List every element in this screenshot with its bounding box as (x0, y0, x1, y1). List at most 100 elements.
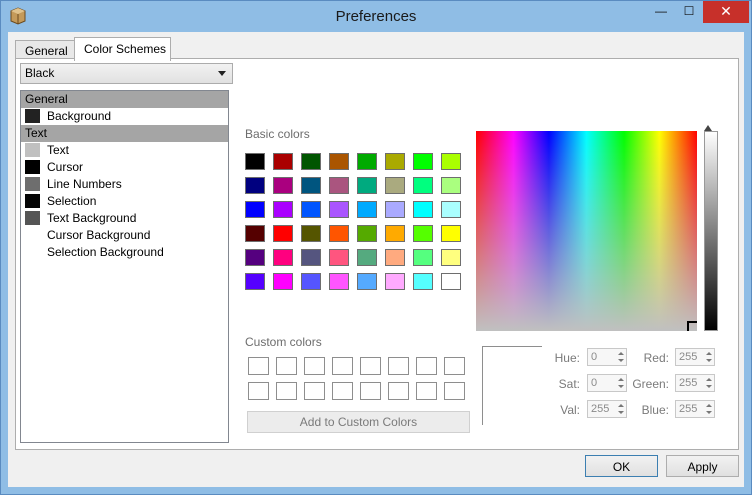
custom-color-cell[interactable] (388, 382, 409, 400)
basic-color-cell[interactable] (273, 273, 293, 290)
basic-color-cell[interactable] (385, 177, 405, 194)
minimize-button[interactable]: — (647, 1, 675, 23)
tree-item[interactable]: Cursor Background (21, 227, 228, 244)
basic-color-cell[interactable] (301, 249, 321, 266)
basic-color-cell[interactable] (329, 201, 349, 218)
custom-color-cell[interactable] (360, 382, 381, 400)
custom-color-cell[interactable] (388, 357, 409, 375)
spin-up-icon[interactable] (618, 404, 624, 407)
color-spectrum-picker[interactable] (476, 131, 697, 331)
basic-color-cell[interactable] (273, 225, 293, 242)
basic-color-cell[interactable] (441, 225, 461, 242)
spin-down-icon[interactable] (706, 359, 712, 362)
apply-button[interactable]: Apply (666, 455, 739, 477)
basic-color-cell[interactable] (385, 225, 405, 242)
basic-color-cell[interactable] (357, 249, 377, 266)
basic-color-cell[interactable] (413, 153, 433, 170)
sat-spinbox[interactable]: 0 (587, 374, 627, 392)
basic-color-cell[interactable] (441, 249, 461, 266)
tree-item[interactable]: Line Numbers (21, 176, 228, 193)
basic-color-cell[interactable] (413, 201, 433, 218)
basic-color-cell[interactable] (273, 177, 293, 194)
basic-color-cell[interactable] (385, 153, 405, 170)
basic-color-cell[interactable] (301, 225, 321, 242)
custom-color-cell[interactable] (332, 357, 353, 375)
basic-color-cell[interactable] (357, 273, 377, 290)
basic-color-cell[interactable] (413, 177, 433, 194)
spin-up-icon[interactable] (706, 378, 712, 381)
tree-item[interactable]: Text Background (21, 210, 228, 227)
basic-color-cell[interactable] (413, 273, 433, 290)
custom-color-cell[interactable] (360, 357, 381, 375)
basic-color-cell[interactable] (441, 177, 461, 194)
spin-down-icon[interactable] (618, 385, 624, 388)
basic-color-cell[interactable] (385, 249, 405, 266)
basic-color-cell[interactable] (273, 249, 293, 266)
basic-color-cell[interactable] (441, 273, 461, 290)
basic-color-cell[interactable] (329, 177, 349, 194)
basic-color-cell[interactable] (357, 177, 377, 194)
scheme-select[interactable]: Black (20, 63, 233, 84)
spin-down-icon[interactable] (618, 411, 624, 414)
custom-color-cell[interactable] (444, 382, 465, 400)
basic-color-cell[interactable] (357, 153, 377, 170)
tree-item[interactable]: Text (21, 142, 228, 159)
green-spinbox[interactable]: 255 (675, 374, 715, 392)
basic-color-cell[interactable] (357, 225, 377, 242)
tree-group-header[interactable]: Text (21, 125, 228, 142)
custom-color-cell[interactable] (248, 357, 269, 375)
custom-color-cell[interactable] (416, 357, 437, 375)
tree-item[interactable]: Cursor (21, 159, 228, 176)
spin-down-icon[interactable] (706, 385, 712, 388)
tab-color-schemes[interactable]: Color Schemes (74, 37, 171, 61)
hue-spinbox[interactable]: 0 (587, 348, 627, 366)
basic-color-cell[interactable] (245, 273, 265, 290)
luminance-slider[interactable] (704, 131, 718, 331)
spin-up-icon[interactable] (706, 352, 712, 355)
basic-color-cell[interactable] (273, 153, 293, 170)
custom-color-cell[interactable] (332, 382, 353, 400)
close-button[interactable]: ✕ (703, 1, 749, 23)
custom-color-cell[interactable] (304, 382, 325, 400)
tree-item[interactable]: Selection (21, 193, 228, 210)
basic-color-cell[interactable] (245, 153, 265, 170)
tree-item[interactable]: Background (21, 108, 228, 125)
tree-item[interactable]: Selection Background (21, 244, 228, 261)
custom-color-cell[interactable] (304, 357, 325, 375)
basic-color-cell[interactable] (301, 273, 321, 290)
basic-color-cell[interactable] (441, 153, 461, 170)
tree-group-header[interactable]: General (21, 91, 228, 108)
basic-color-cell[interactable] (245, 225, 265, 242)
custom-color-cell[interactable] (444, 357, 465, 375)
basic-color-cell[interactable] (441, 201, 461, 218)
blue-spinbox[interactable]: 255 (675, 400, 715, 418)
custom-color-cell[interactable] (276, 357, 297, 375)
spin-down-icon[interactable] (618, 359, 624, 362)
basic-color-cell[interactable] (357, 201, 377, 218)
basic-color-cell[interactable] (413, 249, 433, 266)
basic-color-cell[interactable] (329, 273, 349, 290)
basic-color-cell[interactable] (413, 225, 433, 242)
basic-color-cell[interactable] (301, 177, 321, 194)
basic-color-cell[interactable] (301, 201, 321, 218)
basic-color-cell[interactable] (245, 177, 265, 194)
maximize-button[interactable]: ☐ (675, 1, 703, 23)
spin-up-icon[interactable] (706, 404, 712, 407)
spin-up-icon[interactable] (618, 378, 624, 381)
val-spinbox[interactable]: 255 (587, 400, 627, 418)
basic-color-cell[interactable] (329, 153, 349, 170)
custom-color-cell[interactable] (248, 382, 269, 400)
basic-color-cell[interactable] (245, 249, 265, 266)
title-bar[interactable]: Preferences — ☐ ✕ (1, 1, 751, 32)
basic-color-cell[interactable] (301, 153, 321, 170)
basic-color-cell[interactable] (245, 201, 265, 218)
basic-color-cell[interactable] (329, 225, 349, 242)
spin-down-icon[interactable] (706, 411, 712, 414)
custom-color-cell[interactable] (416, 382, 437, 400)
red-spinbox[interactable]: 255 (675, 348, 715, 366)
color-element-tree[interactable]: General Background Text Text Cursor Line Numb… (20, 90, 229, 443)
spin-up-icon[interactable] (618, 352, 624, 355)
ok-button[interactable]: OK (585, 455, 658, 477)
basic-color-cell[interactable] (273, 201, 293, 218)
add-to-custom-colors-button[interactable]: Add to Custom Colors (247, 411, 470, 433)
